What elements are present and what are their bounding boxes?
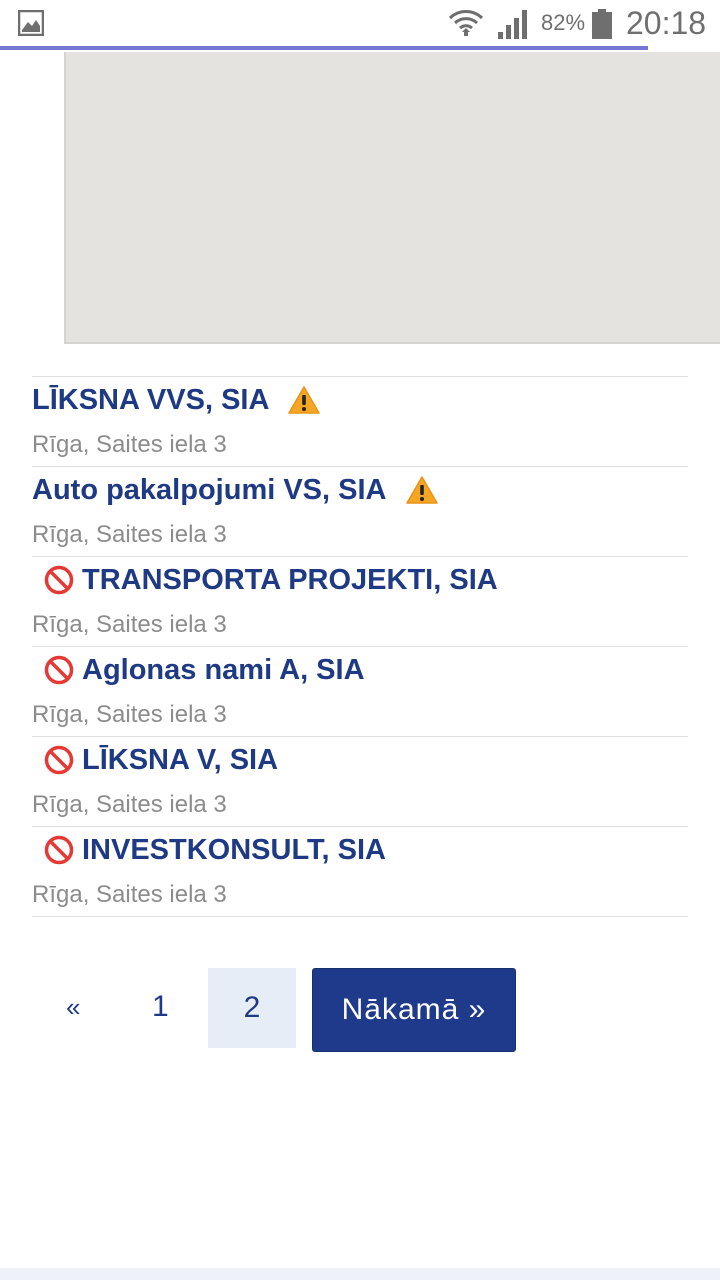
map-placeholder[interactable] <box>64 52 720 344</box>
company-link[interactable]: LĪKSNA V, SIA <box>44 743 278 777</box>
company-name[interactable]: LĪKSNA V, SIA <box>82 744 278 777</box>
pagination: « 1 2 Nākamā » <box>32 968 692 1052</box>
pagination-page-1[interactable]: 1 <box>152 990 169 1024</box>
list-item[interactable]: Auto pakalpojumi VS, SIA Rīga, Saites ie… <box>32 467 688 557</box>
signal-icon <box>498 10 527 39</box>
gallery-icon <box>18 10 44 36</box>
battery-percent: 82% <box>541 10 586 35</box>
list-item[interactable]: TRANSPORTA PROJEKTI, SIA Rīga, Saites ie… <box>32 557 688 647</box>
company-link[interactable]: LĪKSNA VVS, SIA <box>32 383 321 417</box>
status-bar: 82% 20:18 <box>0 0 720 48</box>
company-address: Rīga, Saites iela 3 <box>32 881 227 908</box>
company-name[interactable]: Auto pakalpojumi VS, SIA <box>32 474 387 507</box>
company-address: Rīga, Saites iela 3 <box>32 521 227 548</box>
prohibited-icon <box>44 745 74 775</box>
company-link[interactable]: TRANSPORTA PROJEKTI, SIA <box>44 563 498 597</box>
company-name[interactable]: Aglonas nami A, SIA <box>82 654 365 687</box>
list-item[interactable]: LĪKSNA V, SIA Rīga, Saites iela 3 <box>32 737 688 827</box>
warning-icon <box>405 476 438 504</box>
company-address: Rīga, Saites iela 3 <box>32 701 227 728</box>
prohibited-icon <box>44 565 74 595</box>
battery-icon <box>592 9 612 39</box>
company-address: Rīga, Saites iela 3 <box>32 791 227 818</box>
results-list: LĪKSNA VVS, SIA Rīga, Saites iela 3 Auto… <box>32 376 688 917</box>
warning-icon <box>288 386 321 414</box>
company-address: Rīga, Saites iela 3 <box>32 431 227 458</box>
company-name[interactable]: TRANSPORTA PROJEKTI, SIA <box>82 564 498 597</box>
company-link[interactable]: INVESTKONSULT, SIA <box>44 833 386 867</box>
company-address: Rīga, Saites iela 3 <box>32 611 227 638</box>
prohibited-icon <box>44 655 74 685</box>
list-item[interactable]: INVESTKONSULT, SIA Rīga, Saites iela 3 <box>32 827 688 917</box>
bottom-strip <box>0 1268 720 1280</box>
list-item[interactable]: Aglonas nami A, SIA Rīga, Saites iela 3 <box>32 647 688 737</box>
clock: 20:18 <box>626 5 707 41</box>
pagination-prev[interactable]: « <box>66 992 80 1023</box>
company-name[interactable]: LĪKSNA VVS, SIA <box>32 384 269 417</box>
company-link[interactable]: Aglonas nami A, SIA <box>44 653 365 687</box>
page-load-progress <box>0 46 648 50</box>
wifi-icon <box>448 10 484 36</box>
pagination-next-button[interactable]: Nākamā » <box>312 968 516 1052</box>
list-item[interactable]: LĪKSNA VVS, SIA Rīga, Saites iela 3 <box>32 377 688 467</box>
pagination-page-2-current[interactable]: 2 <box>208 968 296 1048</box>
prohibited-icon <box>44 835 74 865</box>
company-link[interactable]: Auto pakalpojumi VS, SIA <box>32 473 439 507</box>
company-name[interactable]: INVESTKONSULT, SIA <box>82 834 386 867</box>
